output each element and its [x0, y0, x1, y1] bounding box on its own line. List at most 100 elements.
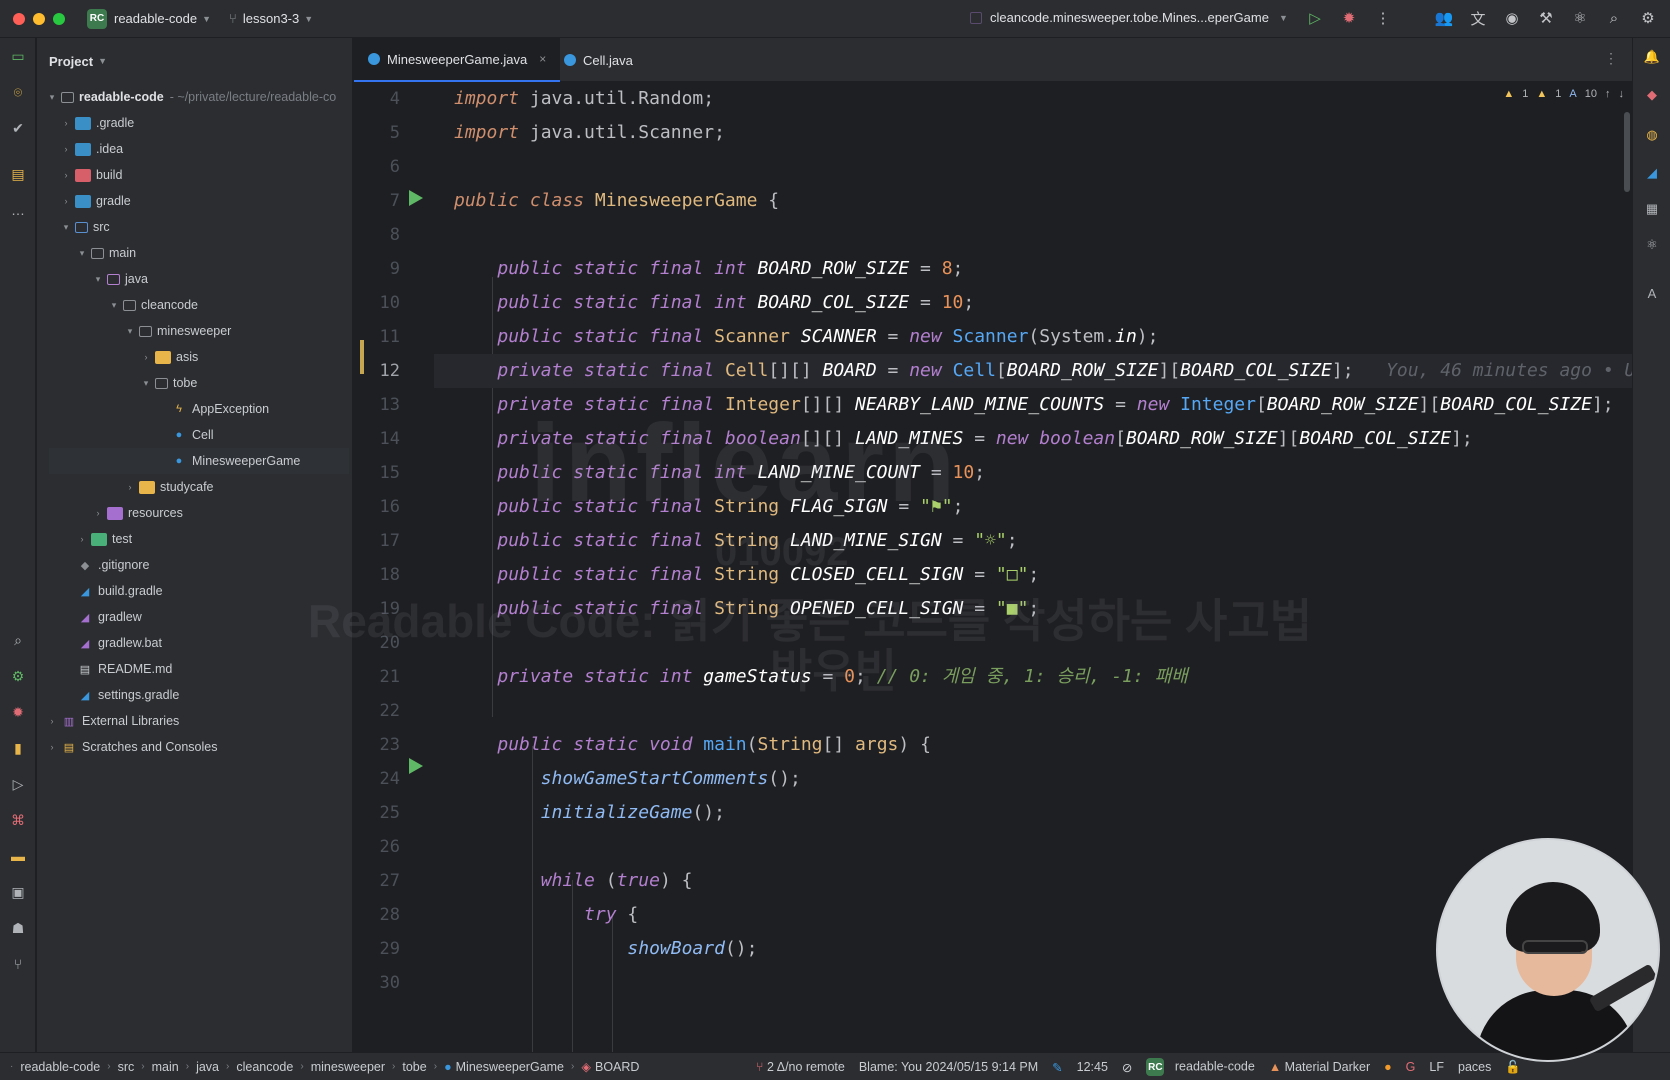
- project-tool-icon[interactable]: ▭: [8, 46, 28, 66]
- debug-icon[interactable]: ✹: [1339, 8, 1359, 28]
- indent-status[interactable]: paces: [1458, 1060, 1491, 1074]
- tree-item[interactable]: › gradle: [59, 188, 131, 214]
- breadcrumb-item[interactable]: minesweeper: [311, 1060, 385, 1074]
- more-tools-icon[interactable]: …: [8, 200, 28, 220]
- tree-item[interactable]: › build: [59, 162, 123, 188]
- run-icon[interactable]: ▷: [1305, 8, 1325, 28]
- record-icon[interactable]: ◉: [1502, 8, 1522, 28]
- build-tools-icon[interactable]: ⚒: [1536, 8, 1556, 28]
- breadcrumb-item[interactable]: src: [118, 1060, 135, 1074]
- tree-item[interactable]: ● Cell: [169, 422, 214, 448]
- more-tabs-icon[interactable]: ⋮: [1604, 50, 1618, 67]
- translate-icon[interactable]: 文: [1468, 8, 1488, 28]
- tree-item[interactable]: ϟ AppException: [169, 396, 269, 422]
- inspection-widget[interactable]: ▲ 1 ▲ 1 A 10 ↑ ↓: [1503, 88, 1624, 100]
- todo-icon[interactable]: ▬: [8, 846, 28, 866]
- tab-minesweeper-game[interactable]: MinesweeperGame.java ×: [354, 38, 561, 82]
- branch-switcher[interactable]: ⑂ lesson3-3 ▼: [229, 11, 313, 26]
- ai-assistant-icon[interactable]: ⚛: [1570, 8, 1590, 28]
- tree-item[interactable]: ◢ gradlew.bat: [75, 630, 162, 656]
- tree-item-selected[interactable]: ● MinesweeperGame: [49, 448, 349, 474]
- ai-icon[interactable]: ⚛: [1643, 236, 1661, 254]
- text-icon[interactable]: A: [1643, 284, 1661, 302]
- previous-highlight-icon[interactable]: ↑: [1605, 88, 1611, 100]
- search-icon[interactable]: ⌕: [1604, 8, 1624, 28]
- tree-item[interactable]: › .idea: [59, 136, 124, 162]
- run-tool-icon[interactable]: ▷: [8, 774, 28, 794]
- gradle-icon[interactable]: ◢: [1643, 164, 1661, 182]
- tree-item[interactable]: ▾ minesweeper: [123, 318, 232, 344]
- tree-item[interactable]: ▾ main: [75, 240, 136, 266]
- project-switcher[interactable]: RC readable-code ▼: [87, 8, 211, 29]
- caret-position[interactable]: 12:45: [1077, 1060, 1108, 1074]
- tree-item[interactable]: ◢ gradlew: [75, 604, 142, 630]
- database-icon[interactable]: ◍: [1643, 126, 1661, 144]
- pull-requests-icon[interactable]: ✔: [8, 118, 28, 138]
- chevron-down-icon: ▾: [111, 299, 117, 310]
- database-icon[interactable]: ▮: [8, 738, 28, 758]
- find-icon[interactable]: ⌕: [8, 630, 28, 650]
- breadcrumb-item[interactable]: main: [152, 1060, 179, 1074]
- maximize-window-button[interactable]: [53, 12, 65, 25]
- run-class-icon[interactable]: [409, 190, 423, 206]
- lock-icon[interactable]: 🔓: [1505, 1060, 1521, 1075]
- inline-blame[interactable]: You, 46 minutes ago • Uncommi: [1386, 360, 1632, 381]
- breadcrumb-item[interactable]: java: [196, 1060, 219, 1074]
- tree-item[interactable]: ▾ src: [59, 214, 110, 240]
- tree-item[interactable]: ◢ settings.gradle: [75, 682, 180, 708]
- tree-item[interactable]: › test: [75, 526, 133, 552]
- line-separator[interactable]: LF: [1429, 1060, 1444, 1074]
- tree-item[interactable]: › asis: [139, 344, 199, 370]
- tree-item[interactable]: › resources: [91, 500, 183, 526]
- run-main-icon[interactable]: [409, 758, 423, 774]
- project-panel-header[interactable]: Project ▼: [37, 38, 352, 84]
- minimize-window-button[interactable]: [33, 12, 45, 25]
- tree-item[interactable]: ▾ tobe: [139, 370, 198, 396]
- code-editor[interactable]: ▲ 1 ▲ 1 A 10 ↑ ↓ 4 5 6 7 8 9 10 11 12 13 14…: [354, 82, 1632, 1052]
- tree-item[interactable]: ▾ cleancode: [107, 292, 198, 318]
- table-icon[interactable]: ▦: [1643, 200, 1661, 218]
- tree-item[interactable]: ▾ java: [91, 266, 148, 292]
- vcs-status[interactable]: ⑂ 2 Δ/no remote: [756, 1060, 845, 1074]
- tab-label: MinesweeperGame.java: [387, 51, 528, 67]
- breadcrumb-item[interactable]: tobe: [402, 1060, 426, 1074]
- tree-item[interactable]: › studycafe: [123, 474, 214, 500]
- tree-item[interactable]: › ▥ External Libraries: [45, 708, 180, 734]
- tab-cell[interactable]: Cell.java: [550, 38, 647, 82]
- services-icon[interactable]: ⚙: [8, 666, 28, 686]
- tree-item[interactable]: › .gradle: [59, 110, 135, 136]
- tree-root[interactable]: ▾ readable-code - ~/private/lecture/read…: [45, 84, 336, 110]
- more-actions-icon[interactable]: ⋮: [1373, 8, 1393, 28]
- run-configuration-selector[interactable]: cleancode.minesweeper.tobe.Mines...eperG…: [970, 10, 1288, 25]
- breadcrumb-item[interactable]: cleancode: [236, 1060, 293, 1074]
- breadcrumb-item[interactable]: MinesweeperGame: [456, 1060, 564, 1074]
- tree-item[interactable]: ◆ .gitignore: [75, 552, 150, 578]
- tree-item[interactable]: ▤ README.md: [75, 656, 173, 682]
- breadcrumb-item[interactable]: readable-code: [20, 1060, 100, 1074]
- git-tool-icon[interactable]: ⌘: [8, 810, 28, 830]
- notifications-icon[interactable]: 🔔: [1643, 48, 1661, 66]
- blame-status[interactable]: Blame: You 2024/05/15 9:14 PM: [859, 1060, 1038, 1074]
- theme-status[interactable]: ▲ Material Darker: [1269, 1060, 1370, 1074]
- breadcrumb-item[interactable]: BOARD: [595, 1060, 639, 1074]
- commit-tool-icon[interactable]: ⌾: [8, 82, 28, 102]
- editor-scrollbar[interactable]: [1624, 112, 1630, 192]
- project-status[interactable]: RC readable-code: [1146, 1058, 1255, 1076]
- no-power-save-icon[interactable]: ⊘: [1122, 1060, 1132, 1075]
- close-icon[interactable]: ×: [539, 52, 546, 66]
- google-icon[interactable]: G: [1406, 1060, 1416, 1074]
- ai-status-icon[interactable]: ✎: [1052, 1060, 1062, 1075]
- next-highlight-icon[interactable]: ↓: [1619, 88, 1625, 100]
- version-control-icon[interactable]: ⑂: [8, 954, 28, 974]
- debug-tool-icon[interactable]: ✹: [8, 702, 28, 722]
- tree-item[interactable]: ◢ build.gradle: [75, 578, 163, 604]
- plugin-icon[interactable]: ◆: [1643, 86, 1661, 104]
- update-icon[interactable]: ●: [1384, 1060, 1392, 1074]
- settings-icon[interactable]: ⚙: [1638, 8, 1658, 28]
- close-window-button[interactable]: [13, 12, 25, 25]
- tree-item[interactable]: › ▤ Scratches and Consoles: [45, 734, 218, 760]
- terminal-icon[interactable]: ▣: [8, 882, 28, 902]
- code-with-me-icon[interactable]: 👥: [1434, 8, 1454, 28]
- problems-icon[interactable]: ☗: [8, 918, 28, 938]
- structure-icon[interactable]: ▤: [8, 164, 28, 184]
